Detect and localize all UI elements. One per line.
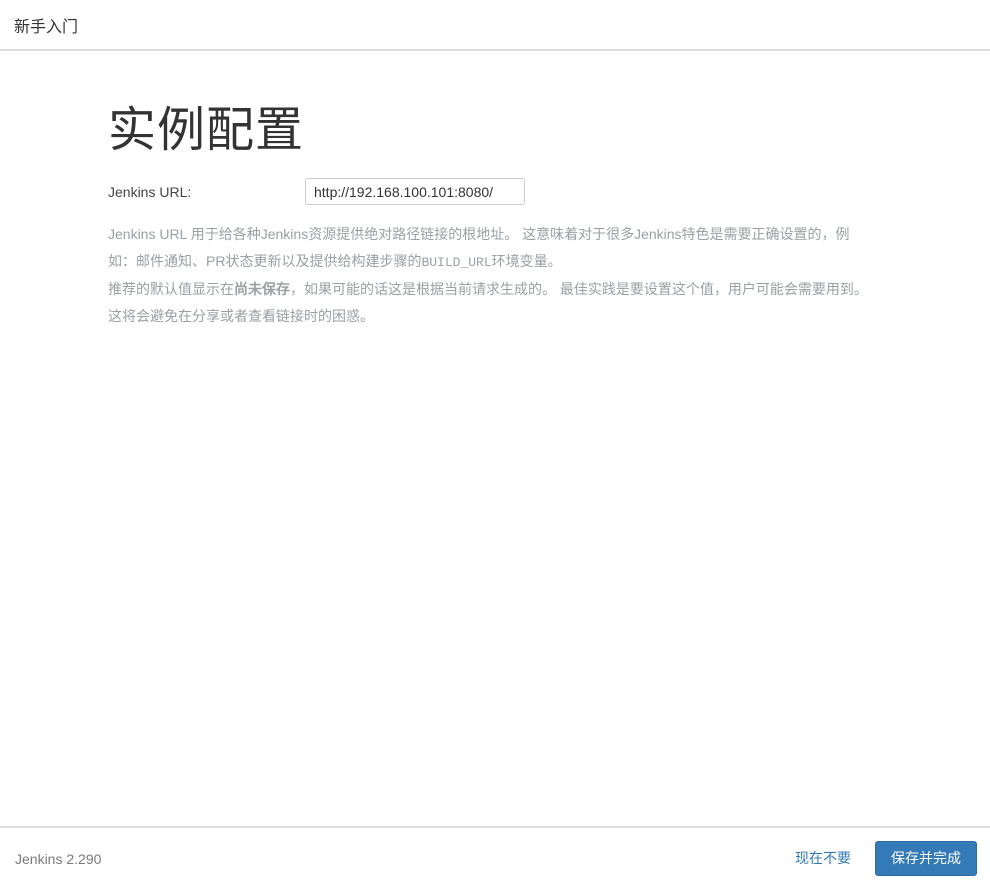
jenkins-url-label: Jenkins URL: — [108, 183, 192, 200]
description-p2-text: 推荐的默认值显示在 — [108, 281, 234, 297]
wizard-header: 新手入门 — [0, 0, 990, 51]
build-url-variable: BUILD_URL — [421, 255, 492, 270]
jenkins-version: Jenkins 2.290 — [15, 850, 102, 867]
jenkins-url-row: Jenkins URL: — [108, 178, 990, 205]
wizard-body: 实例配置 Jenkins URL: Jenkins URL 用于给各种Jenki… — [0, 51, 990, 330]
footer-actions: 现在不要 保存并完成 — [795, 841, 977, 876]
description-paragraph-2: 推荐的默认值显示在尚未保存，如果可能的话这是根据当前请求生成的。 最佳实践是要设… — [108, 276, 876, 330]
not-saved-emphasis: 尚未保存 — [234, 281, 290, 297]
wizard-footer: Jenkins 2.290 现在不要 保存并完成 — [0, 826, 990, 889]
setup-wizard: 新手入门 实例配置 Jenkins URL: Jenkins URL 用于给各种… — [0, 0, 990, 889]
wizard-header-title: 新手入门 — [14, 18, 79, 36]
save-finish-button[interactable]: 保存并完成 — [875, 841, 977, 876]
not-now-link[interactable]: 现在不要 — [795, 848, 851, 868]
jenkins-url-input[interactable] — [305, 178, 525, 205]
description-p1-tail: 环境变量。 — [491, 253, 562, 269]
description-paragraph-1: Jenkins URL 用于给各种Jenkins资源提供绝对路径链接的根地址。 … — [108, 221, 876, 276]
page-title: 实例配置 — [108, 104, 305, 157]
description: Jenkins URL 用于给各种Jenkins资源提供绝对路径链接的根地址。 … — [108, 221, 876, 330]
